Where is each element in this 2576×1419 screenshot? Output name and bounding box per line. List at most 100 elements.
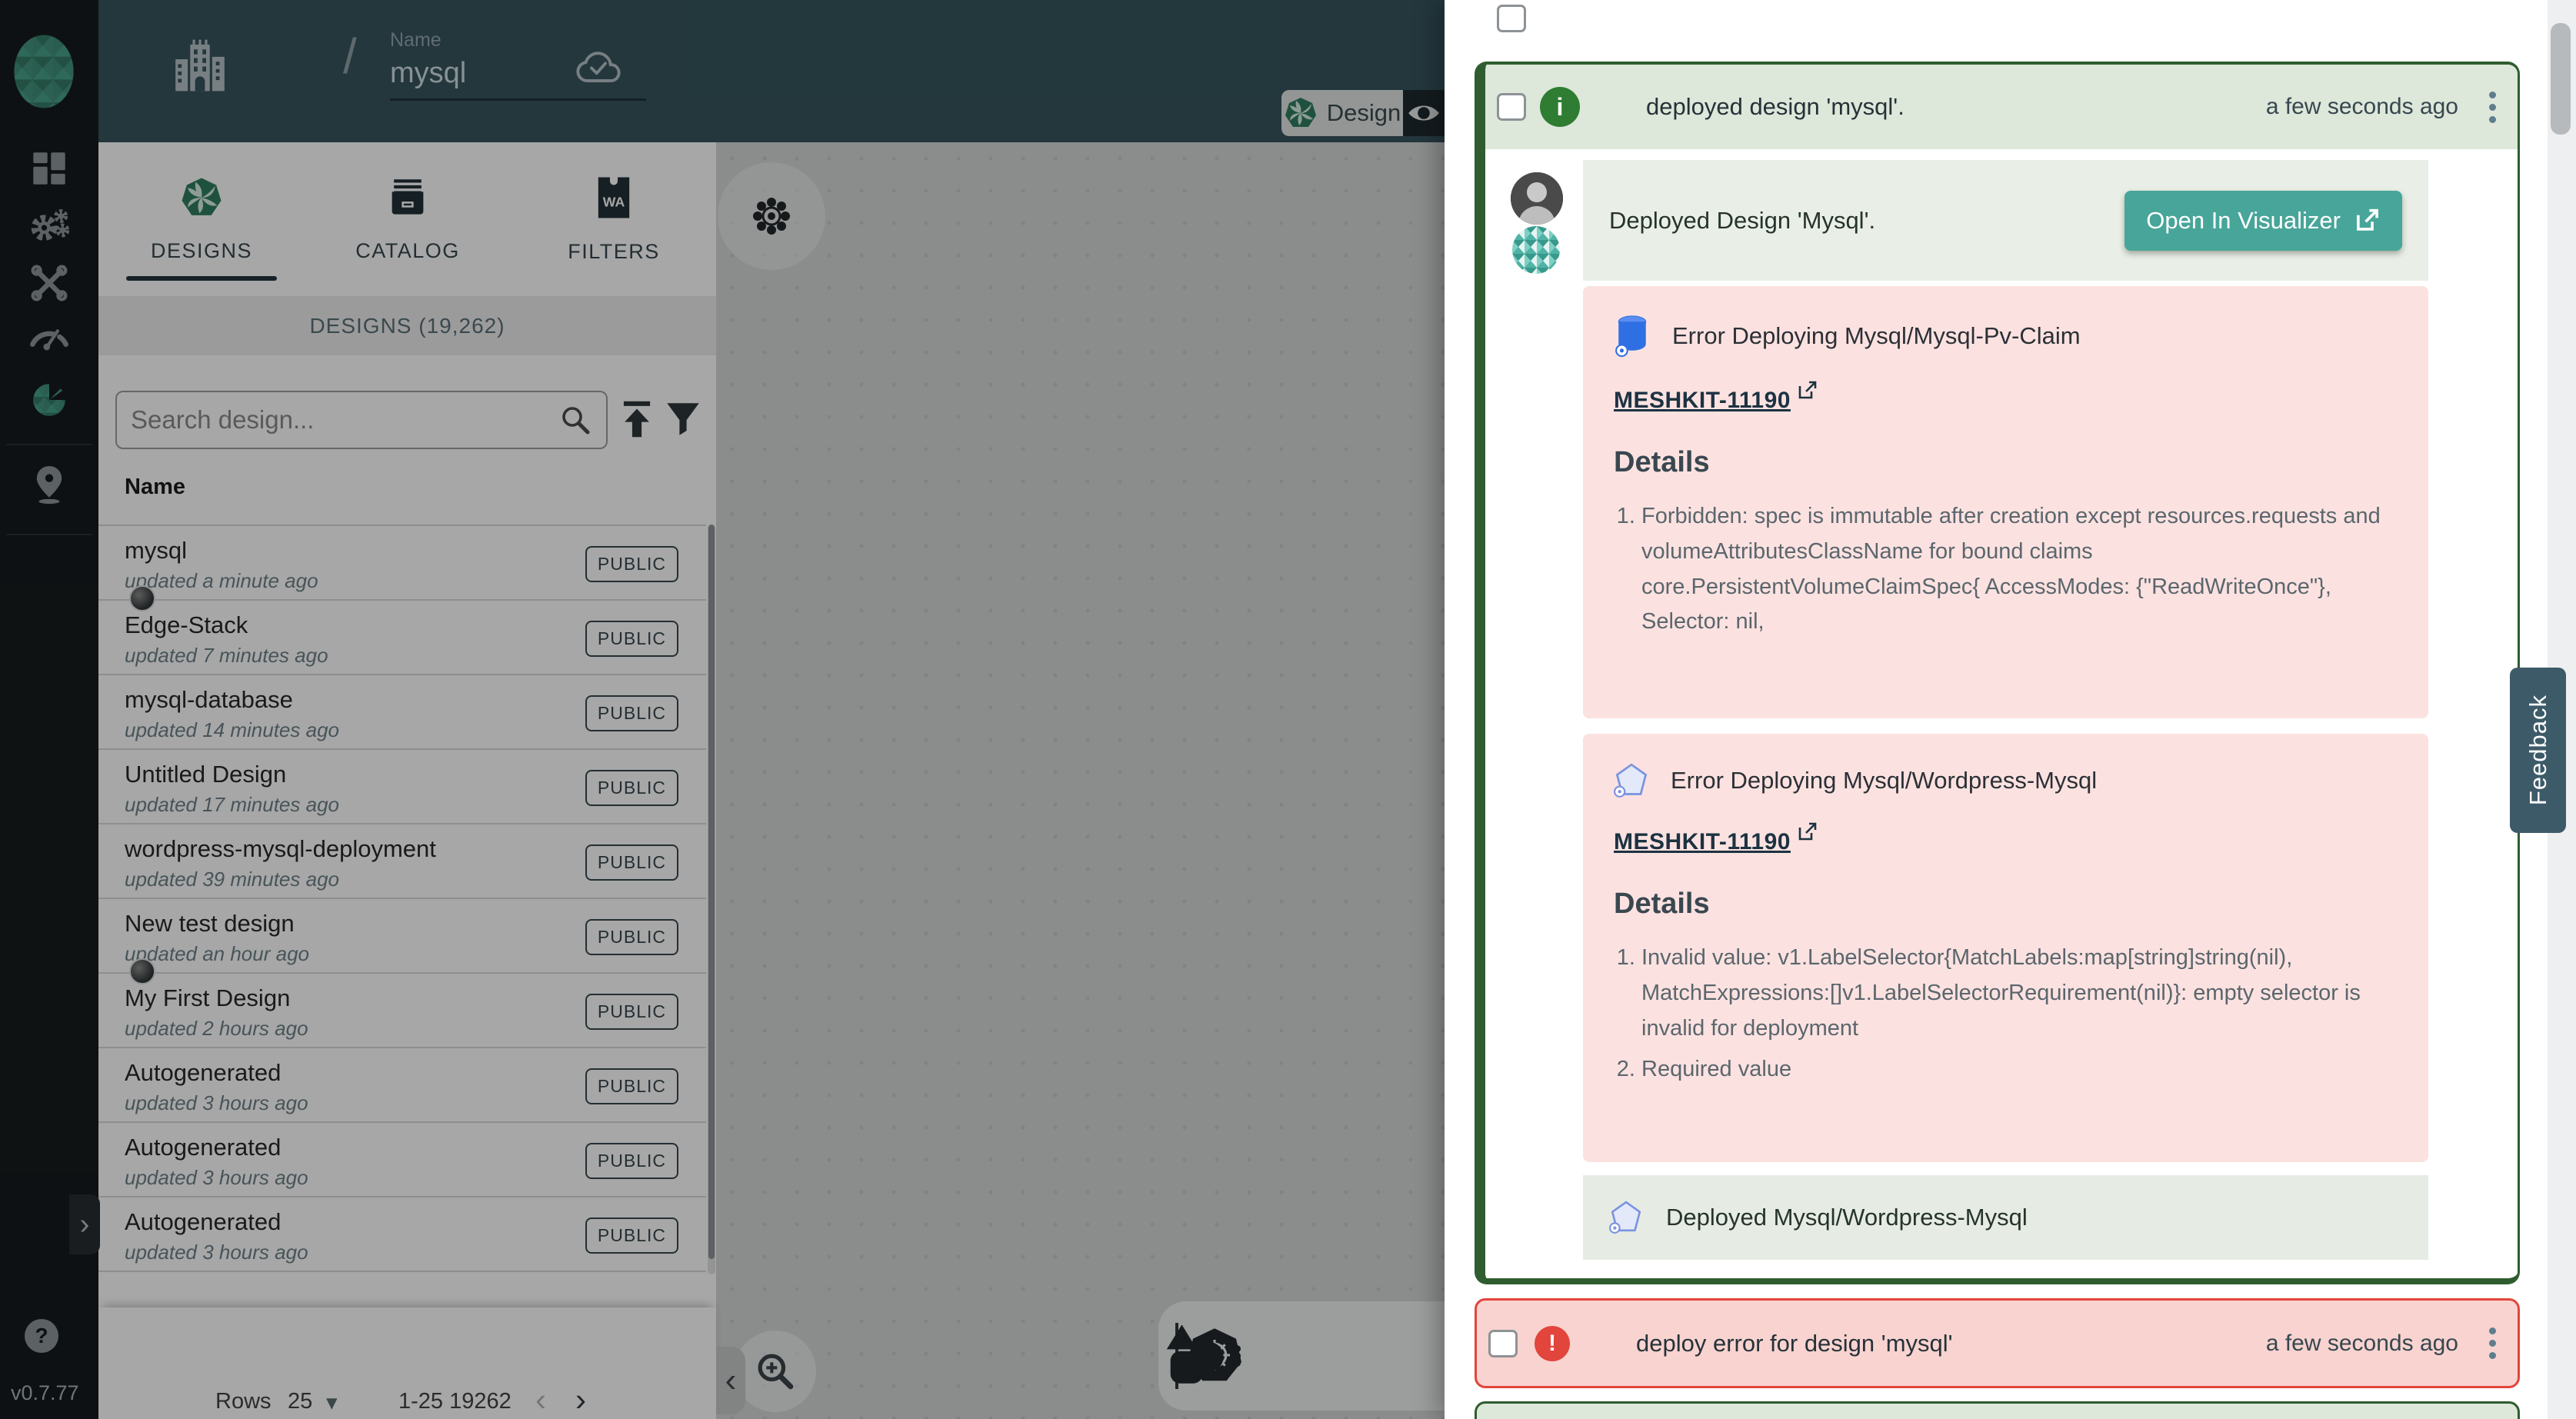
design-name: Untitled Design	[125, 761, 286, 788]
collaborator-avatar	[129, 585, 155, 611]
tab-designs[interactable]: DESIGNS	[98, 142, 305, 296]
table-row[interactable]: mysql updated a minute ago PUBLIC	[98, 526, 706, 601]
sidebar-item-dashboard[interactable]	[0, 143, 98, 194]
sidebar-item-performance[interactable]	[0, 311, 98, 362]
tab-visualize-mode[interactable]	[1403, 90, 1445, 136]
deployed-success-text: Deployed Mysql/Wordpress-Mysql	[1666, 1204, 2028, 1231]
design-updated: updated 3 hours ago	[125, 1091, 308, 1115]
design-updated: updated 3 hours ago	[125, 1166, 308, 1190]
error-detail-item: Required value	[1641, 1052, 2391, 1088]
kebab-menu-icon[interactable]	[2489, 1327, 2496, 1359]
meshery-logo[interactable]	[12, 34, 76, 109]
tab-filters[interactable]: WA FILTERS	[511, 142, 717, 296]
notification-body: Deployed Design 'Mysql'. Open In Visuali…	[1485, 149, 2518, 1276]
meshkit-link[interactable]: MESHKIT-11190	[1614, 388, 1791, 414]
table-row[interactable]: Edge-Stack updated 7 minutes ago PUBLIC	[98, 601, 706, 675]
table-row[interactable]: Autogenerated updated 3 hours ago PUBLIC	[98, 1197, 706, 1272]
canvas-gear-icon	[751, 196, 791, 236]
gear-icon	[29, 208, 69, 245]
list-scrollbar	[708, 525, 715, 1274]
rows-per-page-caret-icon[interactable]: ▾	[326, 1389, 338, 1416]
sidebar-item-toolbox[interactable]	[0, 258, 98, 308]
rows-label: Rows	[215, 1389, 272, 1414]
notification-header[interactable]: i deployed design 'mysql'. a few seconds…	[1485, 65, 2518, 149]
drawer-scrollbar-thumb[interactable]	[2551, 23, 2571, 135]
shapes-icon	[1158, 1319, 1226, 1393]
prev-page-button[interactable]: ‹	[535, 1381, 546, 1418]
sidebar-item-extensions[interactable]	[0, 375, 98, 425]
filter-list-button[interactable]	[664, 396, 702, 442]
location-pin-icon	[32, 464, 67, 505]
design-canvas[interactable]	[716, 142, 1445, 1419]
external-link-icon	[1797, 380, 1818, 401]
collaborator-avatar	[129, 958, 155, 984]
table-row[interactable]: New test design updated an hour ago PUBL…	[98, 899, 706, 974]
designs-table: mysql updated a minute ago PUBLIC Edge-S…	[98, 525, 706, 1272]
designs-tab-icon	[180, 176, 223, 219]
help-button[interactable]: ?	[25, 1319, 58, 1353]
error-detail-item: Forbidden: spec is immutable after creat…	[1641, 499, 2391, 640]
list-scrollbar-thumb[interactable]	[708, 525, 715, 1259]
zoom-in-button[interactable]	[735, 1331, 816, 1412]
table-row[interactable]: wordpress-mysql-deployment updated 39 mi…	[98, 824, 706, 899]
design-search-input[interactable]	[131, 405, 558, 435]
design-updated: updated 3 hours ago	[125, 1241, 308, 1264]
sidebar-divider	[6, 444, 92, 445]
sidebar-expand-handle[interactable]: ›	[69, 1194, 100, 1254]
visibility-badge: PUBLIC	[585, 994, 678, 1030]
eye-icon	[1406, 100, 1441, 126]
extensions-icon	[30, 381, 68, 419]
notification-checkbox[interactable]	[1497, 93, 1526, 121]
canvas-settings-button[interactable]	[718, 162, 825, 270]
user-avatar	[1511, 172, 1563, 225]
import-design-button[interactable]	[618, 396, 655, 442]
deployed-success-row: Deployed Mysql/Wordpress-Mysql	[1583, 1175, 2428, 1260]
meshkit-link[interactable]: MESHKIT-11190	[1614, 829, 1791, 855]
table-row[interactable]: Untitled Design updated 17 minutes ago P…	[98, 750, 706, 824]
notification-checkbox[interactable]	[1488, 1330, 1518, 1357]
open-in-visualizer-button[interactable]: Open In Visualizer	[2124, 191, 2402, 251]
details-heading: Details	[1614, 888, 2398, 921]
error-panel-pv-claim: Error Deploying Mysql/Mysql-Pv-Claim MES…	[1583, 286, 2428, 718]
tab-design-mode[interactable]: Design	[1281, 90, 1403, 136]
sidebar-divider	[6, 534, 92, 535]
table-row[interactable]: Autogenerated updated 3 hours ago PUBLIC	[98, 1048, 706, 1123]
tab-catalog[interactable]: CATALOG	[305, 142, 511, 296]
collapse-chevron: ‹	[725, 1361, 737, 1400]
error-detail-item: Invalid value: v1.LabelSelector{MatchLab…	[1641, 941, 2391, 1046]
shapes-button[interactable]	[1158, 1319, 1226, 1393]
design-name: mysql-database	[125, 686, 293, 714]
speedometer-icon	[29, 321, 69, 352]
table-row[interactable]: mysql-database updated 14 minutes ago PU…	[98, 675, 706, 750]
svg-text:WA: WA	[603, 194, 625, 209]
kebab-menu-icon[interactable]	[2489, 92, 2496, 123]
meshery-design-icon	[1284, 96, 1318, 130]
organization-icon[interactable]	[173, 37, 227, 94]
tools-icon	[31, 265, 68, 301]
visibility-badge: PUBLIC	[585, 1143, 678, 1179]
select-all-checkbox[interactable]	[1497, 5, 1526, 32]
error-panel-wordpress-mysql: Error Deploying Mysql/Wordpress-Mysql ME…	[1583, 734, 2428, 1162]
panel-collapse-handle[interactable]: ‹	[716, 1347, 745, 1414]
search-icon[interactable]	[558, 403, 592, 437]
sidebar-item-kanvas[interactable]	[0, 459, 98, 510]
design-updated: updated 39 minutes ago	[125, 868, 339, 891]
details-heading: Details	[1614, 446, 2398, 479]
design-tab-label: Design	[1327, 99, 1401, 127]
app-version: v0.7.77	[11, 1381, 79, 1405]
notification-card-partial[interactable]	[1475, 1401, 2520, 1419]
notification-title: deployed design 'mysql'.	[1646, 93, 1905, 121]
visibility-badge: PUBLIC	[585, 695, 678, 731]
sidebar-item-settings[interactable]	[0, 201, 98, 251]
next-page-button[interactable]: ›	[575, 1381, 586, 1418]
designs-panel: DESIGNS CATALOG WA FILTERS DESIGNS (19,2…	[98, 142, 716, 1419]
error-title: Error Deploying Mysql/Mysql-Pv-Claim	[1672, 322, 2081, 350]
design-name-label: Name	[390, 29, 442, 52]
notification-title: deploy error for design 'mysql'	[1636, 1330, 1953, 1357]
notification-card-error[interactable]: ! deploy error for design 'mysql' a few …	[1475, 1298, 2520, 1388]
table-row[interactable]: My First Design updated 2 hours ago PUBL…	[98, 974, 706, 1048]
feedback-tab[interactable]: Feedback	[2510, 668, 2566, 833]
table-row[interactable]: Autogenerated updated 3 hours ago PUBLIC	[98, 1123, 706, 1197]
rows-per-page-select[interactable]: 25	[288, 1389, 312, 1414]
designs-tab-label: DESIGNS	[151, 239, 252, 263]
